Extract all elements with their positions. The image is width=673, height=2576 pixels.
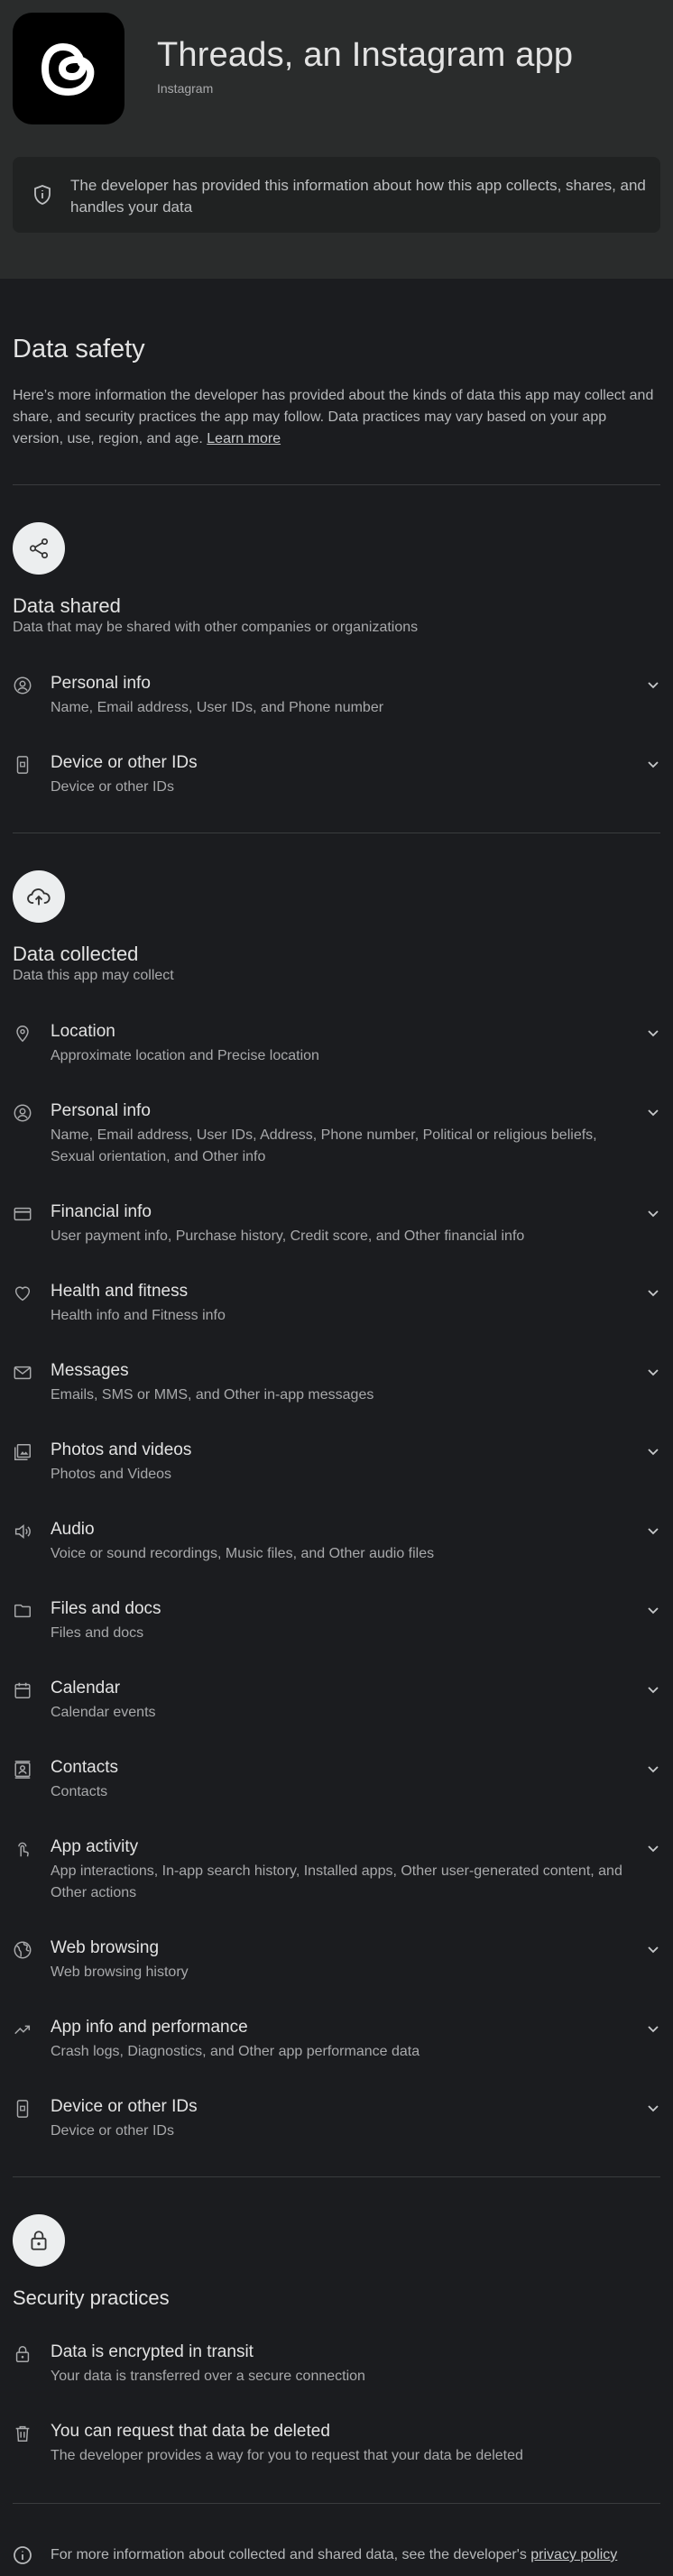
item-title: Financial info xyxy=(51,1202,152,1221)
data-collected-subtitle: Data this app may collect xyxy=(13,968,174,983)
item-detail: Device or other IDs xyxy=(51,779,174,795)
device-icon xyxy=(13,2099,32,2119)
item-title: Files and docs xyxy=(51,1599,161,1618)
item-detail: Health info and Fitness info xyxy=(51,1308,226,1323)
footer-label: For more information about collected and… xyxy=(51,2547,527,2562)
chevron-down-icon[interactable] xyxy=(646,1206,660,1220)
chevron-down-icon[interactable] xyxy=(646,1841,660,1855)
folder-icon xyxy=(13,1601,32,1621)
data-shared-subtitle: Data that may be shared with other compa… xyxy=(13,620,419,635)
item-detail: Name, Email address, User IDs, Address, … xyxy=(51,1127,597,1164)
contacts-icon xyxy=(13,1760,32,1780)
location-icon xyxy=(13,1024,32,1044)
footer-text: For more information about collected and… xyxy=(51,2547,617,2563)
item-title: Web browsing xyxy=(51,1938,160,1957)
security-practices-title: Security practices xyxy=(13,2286,170,2309)
share-icon xyxy=(13,522,65,575)
photos-icon xyxy=(13,1442,32,1462)
item-detail: Web browsing history xyxy=(51,1964,189,1980)
chevron-down-icon[interactable] xyxy=(646,1762,660,1776)
item-detail: Name, Email address, User IDs, and Phone… xyxy=(51,700,384,715)
shield-icon xyxy=(32,184,52,206)
item-detail: The developer provides a way for you to … xyxy=(51,2448,523,2463)
chevron-down-icon[interactable] xyxy=(646,1444,660,1458)
section-divider xyxy=(13,2503,660,2504)
section-divider xyxy=(13,2176,660,2177)
item-detail: User payment info, Purchase history, Cre… xyxy=(51,1228,525,1244)
item-title: Photos and videos xyxy=(51,1440,192,1459)
item-title: Personal info xyxy=(51,1101,151,1120)
item-detail: App interactions, In-app search history,… xyxy=(51,1863,622,1900)
info-icon xyxy=(13,2545,32,2565)
item-detail: Contacts xyxy=(51,1784,108,1799)
trending-icon xyxy=(13,2019,32,2039)
app-title: Threads, an Instagram app xyxy=(157,36,574,74)
page-title: Data safety xyxy=(13,335,145,363)
mail-icon xyxy=(13,1363,32,1383)
intro-paragraph: Here’s more information the developer ha… xyxy=(13,388,654,446)
item-title: You can request that data be deleted xyxy=(51,2422,330,2441)
chevron-down-icon[interactable] xyxy=(646,1682,660,1697)
item-detail: Calendar events xyxy=(51,1705,156,1720)
privacy-policy-link[interactable]: privacy policy xyxy=(530,2547,617,2562)
item-title: Audio xyxy=(51,1520,95,1539)
chevron-down-icon[interactable] xyxy=(646,1365,660,1379)
chevron-down-icon[interactable] xyxy=(646,2021,660,2036)
item-title: Device or other IDs xyxy=(51,753,198,772)
cloud-upload-icon xyxy=(13,870,65,923)
device-icon xyxy=(13,755,32,775)
item-detail: Your data is transferred over a secure c… xyxy=(51,2369,365,2384)
threads-logo-icon[interactable] xyxy=(13,13,124,124)
chevron-down-icon[interactable] xyxy=(646,1285,660,1300)
data-shared-title: Data shared xyxy=(13,594,121,617)
chevron-down-icon[interactable] xyxy=(646,1105,660,1119)
touch-icon xyxy=(13,1839,32,1859)
item-title: Messages xyxy=(51,1361,129,1380)
item-title: Location xyxy=(51,1022,115,1041)
intro-text: Here’s more information the developer ha… xyxy=(13,385,660,450)
item-detail: Emails, SMS or MMS, and Other in-app mes… xyxy=(51,1387,374,1403)
item-title: App info and performance xyxy=(51,2018,248,2037)
item-detail: Crash logs, Diagnostics, and Other app p… xyxy=(51,2044,420,2059)
item-detail: Device or other IDs xyxy=(51,2123,174,2139)
lock-icon xyxy=(13,2344,32,2364)
chevron-down-icon[interactable] xyxy=(646,1942,660,1956)
section-divider xyxy=(13,484,660,485)
volume-icon xyxy=(13,1522,32,1541)
chevron-down-icon[interactable] xyxy=(646,757,660,771)
item-title: Calendar xyxy=(51,1679,121,1697)
trash-icon xyxy=(13,2424,32,2443)
lock-icon xyxy=(13,2214,65,2267)
developer-name[interactable]: Instagram xyxy=(157,81,213,96)
item-title: Data is encrypted in transit xyxy=(51,2342,254,2361)
item-title: Device or other IDs xyxy=(51,2097,198,2116)
item-title: Contacts xyxy=(51,1758,118,1777)
person-icon xyxy=(13,1103,32,1123)
credit-card-icon xyxy=(13,1204,32,1224)
chevron-down-icon[interactable] xyxy=(646,677,660,692)
calendar-icon xyxy=(13,1680,32,1700)
heart-icon xyxy=(13,1283,32,1303)
item-title: Health and fitness xyxy=(51,1282,189,1301)
notice-text: The developer has provided this informat… xyxy=(70,177,646,216)
item-title: Personal info xyxy=(51,674,151,693)
chevron-down-icon[interactable] xyxy=(646,2101,660,2115)
app-header: Threads, an Instagram app Instagram The … xyxy=(0,0,673,279)
learn-more-link[interactable]: Learn more xyxy=(207,431,281,446)
chevron-down-icon[interactable] xyxy=(646,1026,660,1040)
item-title: App activity xyxy=(51,1837,139,1856)
item-detail: Files and docs xyxy=(51,1625,144,1641)
developer-notice: The developer has provided this informat… xyxy=(13,157,660,233)
globe-icon xyxy=(13,1940,32,1960)
item-detail: Photos and Videos xyxy=(51,1467,172,1482)
chevron-down-icon[interactable] xyxy=(646,1523,660,1538)
chevron-down-icon[interactable] xyxy=(646,1603,660,1617)
item-detail: Voice or sound recordings, Music files, … xyxy=(51,1546,435,1561)
person-icon xyxy=(13,676,32,695)
data-collected-title: Data collected xyxy=(13,943,139,965)
item-detail: Approximate location and Precise locatio… xyxy=(51,1048,319,1063)
